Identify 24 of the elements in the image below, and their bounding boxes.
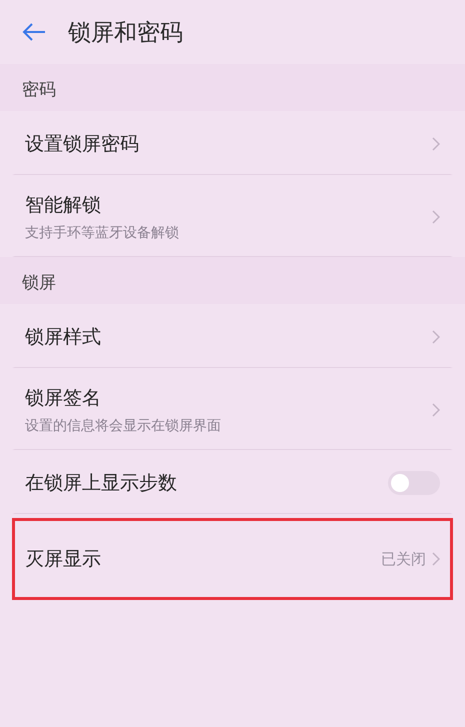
chevron-icon <box>432 403 440 417</box>
toggle-switch[interactable] <box>388 471 440 495</box>
setting-row[interactable]: 锁屏签名 设置的信息将会显示在锁屏界面 <box>12 368 453 450</box>
section-header: 密码 <box>0 64 465 111</box>
setting-label: 锁屏签名 <box>25 386 102 411</box>
setting-label: 锁屏样式 <box>25 325 102 350</box>
setting-label: 智能解锁 <box>25 193 102 218</box>
setting-row[interactable]: 在锁屏上显示步数 <box>12 450 453 514</box>
setting-label: 灭屏显示 <box>25 547 102 572</box>
setting-value: 已关闭 <box>381 550 426 568</box>
setting-label: 在锁屏上显示步数 <box>25 471 178 496</box>
setting-description: 设置的信息将会显示在锁屏界面 <box>25 417 222 435</box>
page-title: 锁屏和密码 <box>68 18 183 48</box>
back-icon[interactable] <box>22 22 46 42</box>
setting-label: 设置锁屏密码 <box>25 132 140 157</box>
chevron-icon <box>432 210 440 224</box>
section-header: 锁屏 <box>0 257 465 304</box>
setting-row[interactable]: 锁屏样式 <box>12 304 453 368</box>
chevron-icon <box>432 330 440 344</box>
setting-description: 支持手环等蓝牙设备解锁 <box>25 224 180 242</box>
setting-row[interactable]: 设置锁屏密码 <box>12 111 453 175</box>
highlighted-setting-row[interactable]: 灭屏显示 已关闭 <box>12 518 453 600</box>
chevron-icon <box>432 137 440 151</box>
chevron-icon <box>432 552 440 566</box>
